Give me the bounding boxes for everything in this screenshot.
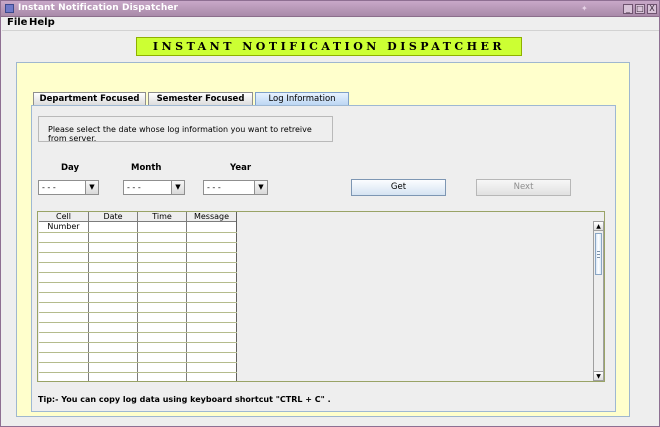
app-banner: INSTANT NOTIFICATION DISPATCHER bbox=[136, 37, 522, 56]
chevron-down-icon[interactable]: ▼ bbox=[85, 181, 98, 194]
table-row bbox=[39, 242, 237, 243]
chevron-down-icon[interactable]: ▼ bbox=[171, 181, 184, 194]
day-select-value: - - - bbox=[42, 183, 56, 192]
table-header-cell-number[interactable]: Cell Number bbox=[39, 212, 88, 231]
table-row bbox=[39, 312, 237, 313]
table-row bbox=[39, 342, 237, 343]
year-select-value: - - - bbox=[207, 183, 221, 192]
day-select[interactable]: - - - ▼ bbox=[38, 180, 99, 195]
table-header-date[interactable]: Date bbox=[89, 212, 137, 222]
title-bar[interactable]: Instant Notification Dispatcher ✦ _ □ X bbox=[1, 1, 659, 17]
decorative-sparkle-icon: ✦ bbox=[581, 4, 588, 13]
next-button[interactable]: Next bbox=[476, 179, 571, 196]
grip-line bbox=[597, 257, 600, 258]
month-select-value: - - - bbox=[127, 183, 141, 192]
month-label: Month bbox=[131, 163, 162, 173]
banner-title: INSTANT NOTIFICATION DISPATCHER bbox=[152, 40, 506, 53]
chevron-down-icon[interactable]: ▼ bbox=[254, 181, 267, 194]
maximize-button[interactable]: □ bbox=[635, 4, 645, 14]
hint-text: Please select the date whose log informa… bbox=[48, 125, 312, 143]
tab-department-focused[interactable]: Department Focused bbox=[33, 92, 146, 105]
hint-box: Please select the date whose log informa… bbox=[38, 116, 333, 143]
tab-semester-focused[interactable]: Semester Focused bbox=[148, 92, 253, 105]
close-button[interactable]: X bbox=[647, 4, 657, 14]
scroll-up-arrow-icon[interactable]: ▲ bbox=[594, 222, 603, 231]
table-row bbox=[39, 262, 237, 263]
day-label: Day bbox=[61, 163, 80, 173]
table-row bbox=[39, 252, 237, 253]
menu-file[interactable]: File bbox=[7, 17, 27, 28]
table-row bbox=[39, 232, 237, 233]
menu-bar: File Help bbox=[2, 17, 659, 31]
table-column-time: Time bbox=[138, 212, 187, 381]
grip-line bbox=[597, 254, 600, 255]
table-row bbox=[39, 292, 237, 293]
tab-log-information[interactable]: Log Information bbox=[255, 92, 349, 105]
table-header-time[interactable]: Time bbox=[138, 212, 186, 222]
log-table[interactable]: Cell Number Date Time Message bbox=[39, 212, 237, 381]
table-row bbox=[39, 282, 237, 283]
window-title: Instant Notification Dispatcher bbox=[18, 3, 179, 13]
table-column-cell-number: Cell Number bbox=[39, 212, 89, 381]
month-select[interactable]: - - - ▼ bbox=[123, 180, 185, 195]
tip-text: Tip:- You can copy log data using keyboa… bbox=[38, 395, 331, 404]
table-row bbox=[39, 352, 237, 353]
grip-line bbox=[597, 251, 600, 252]
app-window: Instant Notification Dispatcher ✦ _ □ X … bbox=[0, 0, 660, 427]
scrollbar-thumb[interactable] bbox=[595, 233, 602, 275]
menu-help[interactable]: Help bbox=[29, 17, 55, 28]
table-column-message: Message bbox=[187, 212, 237, 381]
app-icon bbox=[5, 4, 14, 13]
table-row bbox=[39, 362, 237, 363]
scroll-down-arrow-icon[interactable]: ▼ bbox=[594, 371, 603, 380]
vertical-scrollbar[interactable]: ▲ ▼ bbox=[593, 221, 604, 381]
year-select[interactable]: - - - ▼ bbox=[203, 180, 268, 195]
get-button[interactable]: Get bbox=[351, 179, 446, 196]
table-row bbox=[39, 272, 237, 273]
table-row bbox=[39, 332, 237, 333]
table-column-date: Date bbox=[89, 212, 138, 381]
year-label: Year bbox=[230, 163, 252, 173]
table-row bbox=[39, 372, 237, 373]
table-header-message[interactable]: Message bbox=[187, 212, 236, 222]
minimize-button[interactable]: _ bbox=[623, 4, 633, 14]
table-row bbox=[39, 322, 237, 323]
table-row bbox=[39, 302, 237, 303]
